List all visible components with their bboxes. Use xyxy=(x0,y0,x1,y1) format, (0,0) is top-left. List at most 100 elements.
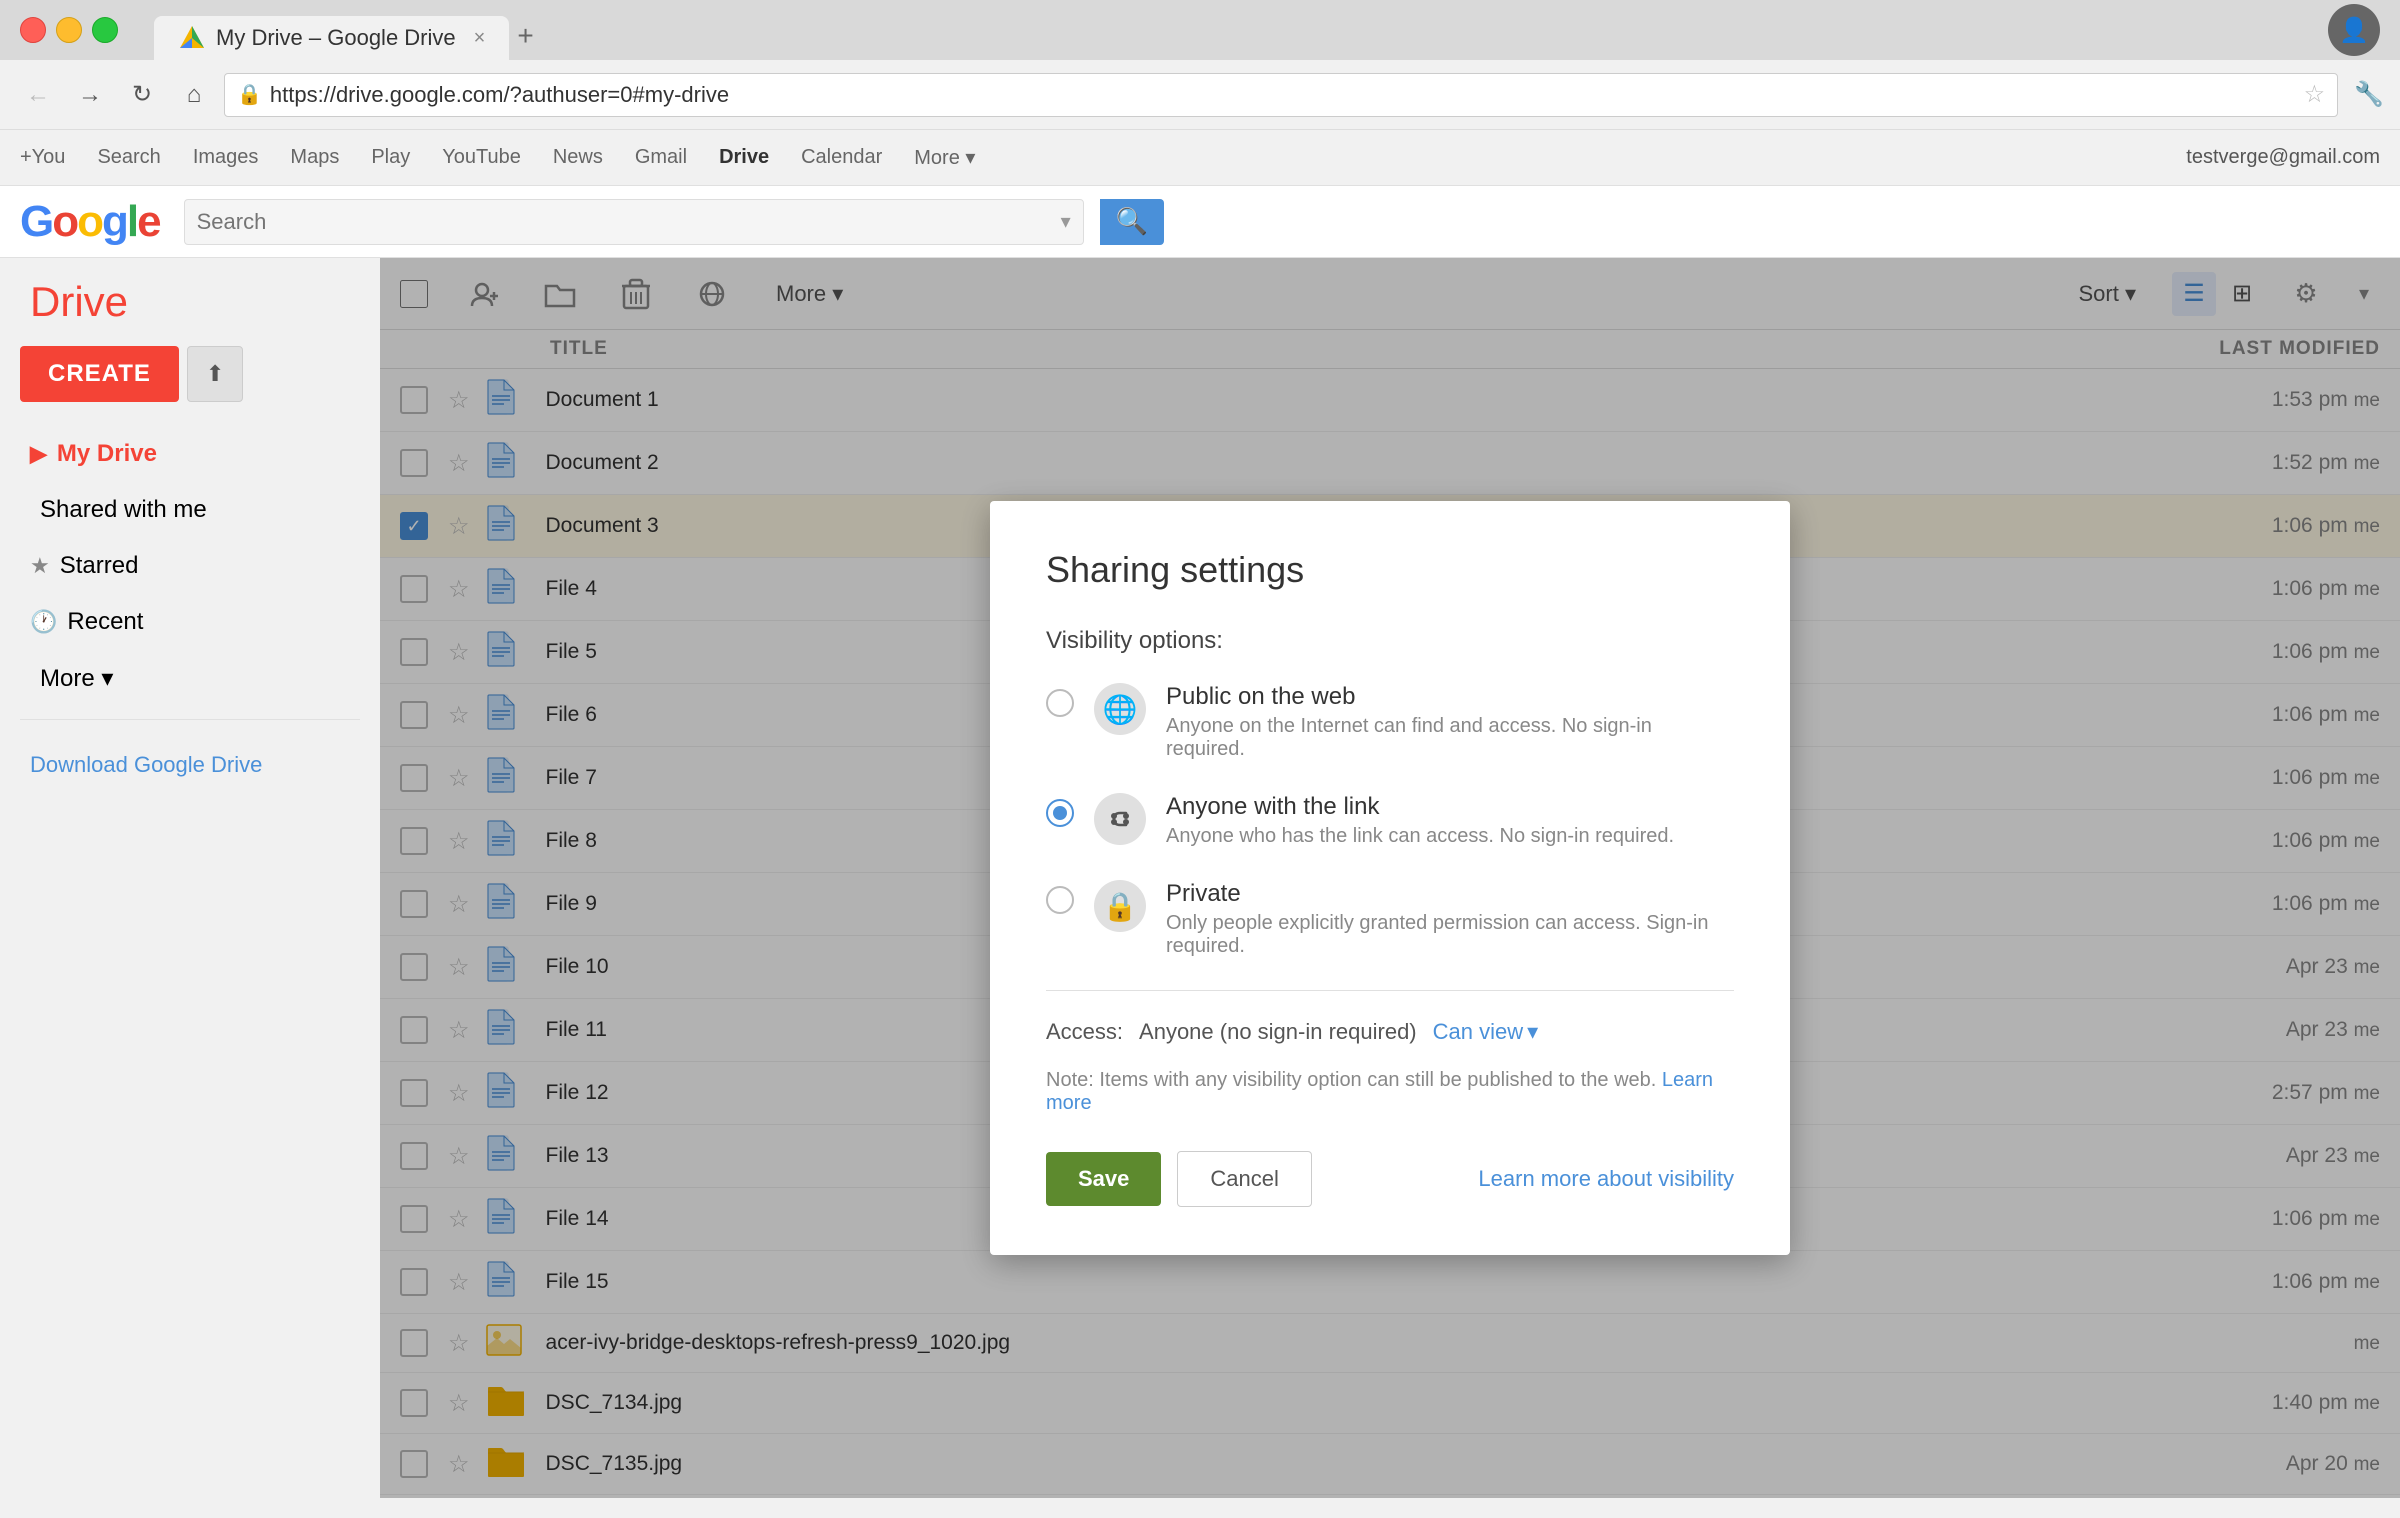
star-nav-icon: ★ xyxy=(30,553,50,579)
link-icon xyxy=(1094,793,1146,845)
save-button[interactable]: Save xyxy=(1046,1152,1161,1206)
my-drive-label: My Drive xyxy=(57,440,157,468)
search-input-wrapper: ▾ xyxy=(184,199,1084,245)
minimize-button[interactable] xyxy=(56,17,82,43)
can-view-label: Can view xyxy=(1433,1019,1523,1045)
starred-label: Starred xyxy=(60,552,139,580)
note-text: Note: Items with any visibility option c… xyxy=(1046,1069,1734,1115)
home-button[interactable]: ⌂ xyxy=(172,73,216,117)
radio-public[interactable] xyxy=(1046,689,1074,717)
new-tab-button[interactable]: + xyxy=(517,20,567,60)
nav-bar: ← → ↻ ⌂ 🔒 https://drive.google.com/?auth… xyxy=(0,60,2400,130)
gbar-plus-you[interactable]: +You xyxy=(20,146,65,169)
can-view-dropdown[interactable]: Can view ▾ xyxy=(1433,1019,1539,1045)
create-bar: CREATE ⬆ xyxy=(0,346,380,426)
private-title: Private xyxy=(1166,880,1734,908)
link-desc: Anyone who has the link can access. No s… xyxy=(1166,825,1734,848)
gbar-images[interactable]: Images xyxy=(193,146,259,169)
recent-label: Recent xyxy=(67,608,143,636)
recent-icon: 🕐 xyxy=(30,609,57,635)
link-svg xyxy=(1104,803,1136,835)
sidebar-item-shared-with-me[interactable]: Shared with me xyxy=(0,482,380,538)
gbar-more[interactable]: More ▾ xyxy=(914,145,975,170)
tab-title: My Drive – Google Drive xyxy=(216,25,456,51)
search-input[interactable] xyxy=(197,209,1061,235)
wrench-icon[interactable]: 🔧 xyxy=(2354,80,2384,109)
profile-icon[interactable]: 👤 xyxy=(2328,4,2380,56)
gbar-search[interactable]: Search xyxy=(97,146,160,169)
reload-button[interactable]: ↻ xyxy=(120,73,164,117)
user-email: testverge@gmail.com xyxy=(2186,146,2380,169)
gbar-play[interactable]: Play xyxy=(371,146,410,169)
sidebar-item-starred[interactable]: ★ Starred xyxy=(0,538,380,594)
maximize-button[interactable] xyxy=(92,17,118,43)
access-label: Access: xyxy=(1046,1019,1123,1045)
access-row: Access: Anyone (no sign-in required) Can… xyxy=(1046,1019,1734,1045)
can-view-dropdown-icon: ▾ xyxy=(1527,1019,1538,1045)
sidebar-item-recent[interactable]: 🕐 Recent xyxy=(0,594,380,650)
sidebar-nav: ▶ My Drive Shared with me ★ Starred 🕐 Re… xyxy=(0,426,380,707)
search-bar: Google ▾ 🔍 xyxy=(0,186,2400,258)
visibility-option-link: Anyone with the link Anyone who has the … xyxy=(1046,793,1734,848)
browser-tab[interactable]: My Drive – Google Drive × xyxy=(154,16,509,60)
my-drive-icon: ▶ xyxy=(30,441,47,467)
sharing-settings-overlay: Sharing settings Visibility options: 🌐 P… xyxy=(380,258,2400,1498)
lock-icon: 🔒 xyxy=(237,82,262,107)
access-value: Anyone (no sign-in required) xyxy=(1139,1019,1417,1045)
gbar-calendar[interactable]: Calendar xyxy=(801,146,882,169)
sidebar-item-more[interactable]: More ▾ xyxy=(0,650,380,707)
shared-label: Shared with me xyxy=(40,496,207,524)
forward-button[interactable]: → xyxy=(68,73,112,117)
main-container: Drive CREATE ⬆ ▶ My Drive Shared with me… xyxy=(0,258,2400,1498)
create-button[interactable]: CREATE xyxy=(20,346,179,402)
dialog-title: Sharing settings xyxy=(1046,549,1734,591)
private-text: Private Only people explicitly granted p… xyxy=(1166,880,1734,958)
visibility-section-title: Visibility options: xyxy=(1046,627,1734,655)
gbar-gmail[interactable]: Gmail xyxy=(635,146,687,169)
note-content: Note: Items with any visibility option c… xyxy=(1046,1069,1656,1091)
close-button[interactable] xyxy=(20,17,46,43)
title-bar: My Drive – Google Drive × + 👤 xyxy=(0,0,2400,60)
private-icon: 🔒 xyxy=(1094,880,1146,932)
radio-dot xyxy=(1053,806,1067,820)
public-text: Public on the web Anyone on the Internet… xyxy=(1166,683,1734,761)
more-label: More ▾ xyxy=(40,664,113,693)
drive-favicon xyxy=(178,24,206,52)
public-title: Public on the web xyxy=(1166,683,1734,711)
search-icon: 🔍 xyxy=(1115,206,1147,237)
address-text: https://drive.google.com/?authuser=0#my-… xyxy=(270,82,2296,108)
search-dropdown-icon[interactable]: ▾ xyxy=(1061,209,1071,234)
sidebar-divider xyxy=(20,719,360,720)
gbar-youtube[interactable]: YouTube xyxy=(442,146,521,169)
tab-close-button[interactable]: × xyxy=(474,27,486,50)
public-desc: Anyone on the Internet can find and acce… xyxy=(1166,715,1734,761)
back-button[interactable]: ← xyxy=(16,73,60,117)
visibility-option-public: 🌐 Public on the web Anyone on the Intern… xyxy=(1046,683,1734,761)
download-drive-link[interactable]: Download Google Drive xyxy=(0,732,380,798)
link-text: Anyone with the link Anyone who has the … xyxy=(1166,793,1734,848)
url-display: https://drive.google.com/?authuser=0#my-… xyxy=(270,82,729,107)
public-icon: 🌐 xyxy=(1094,683,1146,735)
google-bar: +You Search Images Maps Play YouTube New… xyxy=(0,130,2400,186)
link-title: Anyone with the link xyxy=(1166,793,1734,821)
address-bar[interactable]: 🔒 https://drive.google.com/?authuser=0#m… xyxy=(224,73,2338,117)
upload-button[interactable]: ⬆ xyxy=(187,346,243,402)
radio-private[interactable] xyxy=(1046,886,1074,914)
dialog-actions: Save Cancel Learn more about visibility xyxy=(1046,1151,1734,1207)
gbar-news[interactable]: News xyxy=(553,146,603,169)
google-logo: Google xyxy=(20,197,160,247)
sidebar: Drive CREATE ⬆ ▶ My Drive Shared with me… xyxy=(0,258,380,1498)
cancel-button[interactable]: Cancel xyxy=(1177,1151,1311,1207)
sidebar-drive-title: Drive xyxy=(0,278,380,346)
learn-more-visibility-link[interactable]: Learn more about visibility xyxy=(1478,1166,1734,1192)
radio-link[interactable] xyxy=(1046,799,1074,827)
visibility-option-private: 🔒 Private Only people explicitly granted… xyxy=(1046,880,1734,958)
search-button[interactable]: 🔍 xyxy=(1100,199,1164,245)
sharing-settings-dialog: Sharing settings Visibility options: 🌐 P… xyxy=(990,501,1790,1255)
gbar-drive[interactable]: Drive xyxy=(719,146,769,169)
bookmark-star-icon[interactable]: ☆ xyxy=(2304,80,2326,109)
dialog-divider xyxy=(1046,990,1734,991)
gbar-maps[interactable]: Maps xyxy=(290,146,339,169)
traffic-lights xyxy=(20,17,118,43)
sidebar-item-my-drive[interactable]: ▶ My Drive xyxy=(0,426,380,482)
